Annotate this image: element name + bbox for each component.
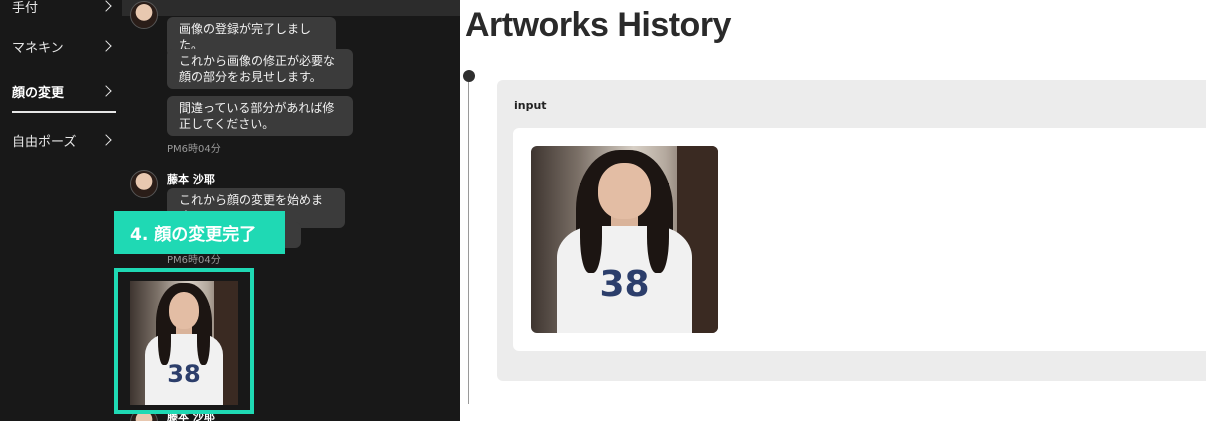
sidebar-item-label: 自由ポーズ xyxy=(12,134,77,150)
step-callout: 4. 顔の変更完了 xyxy=(114,211,285,254)
message-bubble: これから画像の修正が必要な顔の部分をお見せします。 xyxy=(167,49,353,89)
entry-image-container: 38 xyxy=(513,128,1206,351)
jersey-number: 38 xyxy=(167,360,201,389)
message-bubble: 間違っている部分があれば修正してください。 xyxy=(167,96,353,136)
sidebar-item-mannequin[interactable]: マネキン xyxy=(12,26,116,66)
page-title: Artworks History xyxy=(465,6,731,44)
jersey-number: 38 xyxy=(599,263,650,305)
sidebar-item-free-pose[interactable]: 自由ポーズ xyxy=(12,120,116,160)
chevron-right-icon xyxy=(100,40,112,52)
sidebar-item-label: マネキン xyxy=(12,40,64,56)
avatar xyxy=(130,170,158,198)
input-image[interactable]: 38 xyxy=(531,146,718,333)
timeline-line xyxy=(468,78,469,404)
history-page: Artworks History input 38 xyxy=(460,0,1206,421)
sidebar-item-face-change[interactable]: 顔の変更 xyxy=(12,71,116,113)
sender-name: 藤本 沙耶 xyxy=(167,173,215,186)
history-entry-card: input 38 xyxy=(497,80,1206,381)
entry-label: input xyxy=(514,99,547,112)
chat-header xyxy=(122,0,460,16)
sidebar-item-hand[interactable]: 手付 xyxy=(12,0,116,26)
avatar xyxy=(130,1,158,29)
highlight-frame: 38 xyxy=(114,268,254,414)
chat-app: 手付 マネキン 顔の変更 自由ポーズ 画像の登録が完了しました。 これから画像の… xyxy=(0,0,460,421)
sidebar-item-label: 顔の変更 xyxy=(12,85,65,101)
chevron-right-icon xyxy=(100,85,112,97)
sidebar-item-label: 手付 xyxy=(12,0,39,16)
chevron-right-icon xyxy=(100,134,112,146)
chevron-right-icon xyxy=(100,0,112,12)
timeline-dot xyxy=(463,70,475,82)
sidebar: 手付 マネキン 顔の変更 自由ポーズ xyxy=(0,0,122,421)
message-timestamp: PM6時04分 xyxy=(167,144,221,155)
result-thumbnail[interactable]: 38 xyxy=(130,281,238,405)
